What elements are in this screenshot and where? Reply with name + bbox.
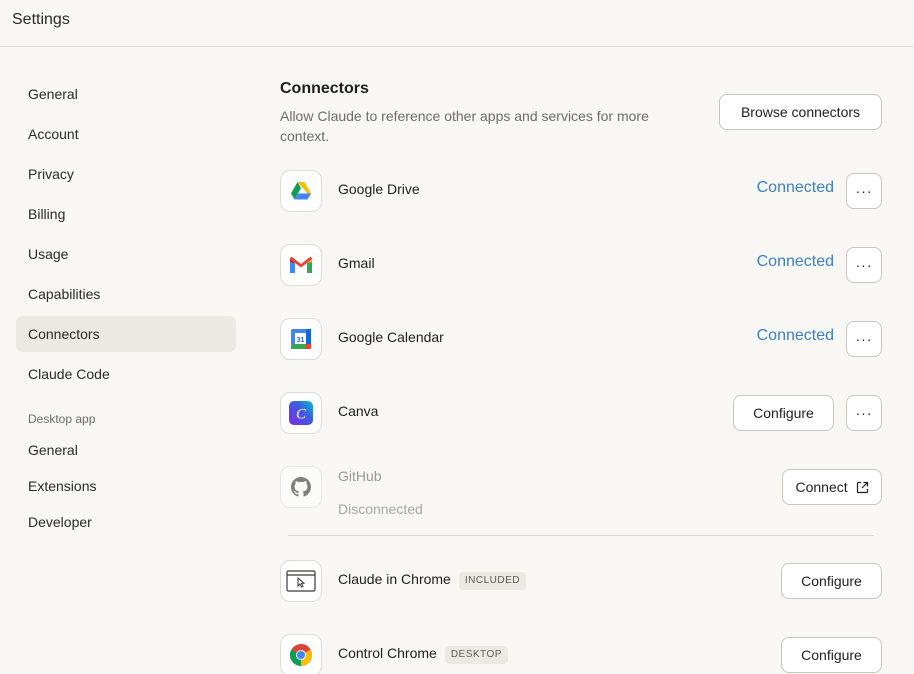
connector-name: Google Drive xyxy=(338,181,420,197)
sidebar-item-extensions[interactable]: Extensions xyxy=(16,470,236,502)
sidebar-item-claude-code[interactable]: Claude Code xyxy=(16,356,236,392)
connectors-panel: Connectors Allow Claude to reference oth… xyxy=(280,0,882,674)
connector-row-google-drive: Google Drive Connected ··· xyxy=(280,170,882,212)
sidebar-section-desktop-app: Desktop app xyxy=(28,412,96,426)
calendar-date-text: 31 xyxy=(297,337,305,344)
external-link-icon xyxy=(856,472,869,506)
browser-cursor-icon xyxy=(280,560,322,602)
sidebar-item-developer[interactable]: Developer xyxy=(16,506,236,538)
extension-row-control-chrome: Control Chrome DESKTOP Configure xyxy=(280,634,882,674)
connection-status: Disconnected xyxy=(338,501,423,517)
included-badge: INCLUDED xyxy=(458,572,526,590)
chrome-icon xyxy=(280,634,322,674)
connector-row-github: GitHub Disconnected Connect xyxy=(280,466,882,517)
sidebar-item-billing[interactable]: Billing xyxy=(16,196,236,232)
github-icon xyxy=(280,466,322,508)
connector-name: Canva xyxy=(338,403,379,419)
connector-name: GitHub xyxy=(338,468,382,484)
canva-icon: C xyxy=(280,392,322,434)
configure-button[interactable]: Configure xyxy=(733,395,834,431)
desktop-badge: DESKTOP xyxy=(444,646,508,664)
extension-name: Control Chrome xyxy=(338,645,437,661)
extension-name-wrap: Claude in Chrome INCLUDED xyxy=(338,571,526,590)
configure-button[interactable]: Configure xyxy=(781,637,882,673)
page-title: Connectors xyxy=(280,80,369,97)
sidebar-item-desktop-general[interactable]: General xyxy=(16,434,236,466)
gmail-icon xyxy=(280,244,322,286)
more-options-button[interactable]: ··· xyxy=(846,321,882,357)
settings-sidebar: General Account Privacy Billing Usage Ca… xyxy=(16,76,236,542)
browse-connectors-button[interactable]: Browse connectors xyxy=(719,94,882,130)
extension-name-wrap: Control Chrome DESKTOP xyxy=(338,645,508,664)
google-drive-icon xyxy=(280,170,322,212)
extension-row-claude-in-chrome: Claude in Chrome INCLUDED Configure xyxy=(280,560,882,602)
connection-status: Connected xyxy=(756,327,834,344)
configure-button[interactable]: Configure xyxy=(781,563,882,599)
connector-name: Gmail xyxy=(338,255,375,271)
sidebar-item-general[interactable]: General xyxy=(16,76,236,112)
more-options-button[interactable]: ··· xyxy=(846,395,882,431)
connect-button[interactable]: Connect xyxy=(782,469,882,505)
connector-row-gmail: Gmail Connected ··· xyxy=(280,244,882,286)
sidebar-item-connectors[interactable]: Connectors xyxy=(16,316,236,352)
connector-row-google-calendar: 31 Google Calendar Connected ··· xyxy=(280,318,882,360)
connection-status: Connected xyxy=(756,253,834,270)
extension-name: Claude in Chrome xyxy=(338,571,451,587)
connect-label: Connect xyxy=(795,479,848,495)
more-options-button[interactable]: ··· xyxy=(846,247,882,283)
window-title: Settings xyxy=(12,11,70,28)
section-divider xyxy=(288,535,874,536)
sidebar-item-usage[interactable]: Usage xyxy=(16,236,236,272)
connector-row-canva: C Canva Configure ··· xyxy=(280,392,882,434)
canva-letter: C xyxy=(296,407,307,423)
sidebar-item-privacy[interactable]: Privacy xyxy=(16,156,236,192)
google-calendar-icon: 31 xyxy=(280,318,322,360)
connector-name: Google Calendar xyxy=(338,329,444,345)
sidebar-item-capabilities[interactable]: Capabilities xyxy=(16,276,236,312)
connection-status: Connected xyxy=(756,179,834,196)
sidebar-item-account[interactable]: Account xyxy=(16,116,236,152)
page-description: Allow Claude to reference other apps and… xyxy=(280,108,649,144)
more-options-button[interactable]: ··· xyxy=(846,173,882,209)
